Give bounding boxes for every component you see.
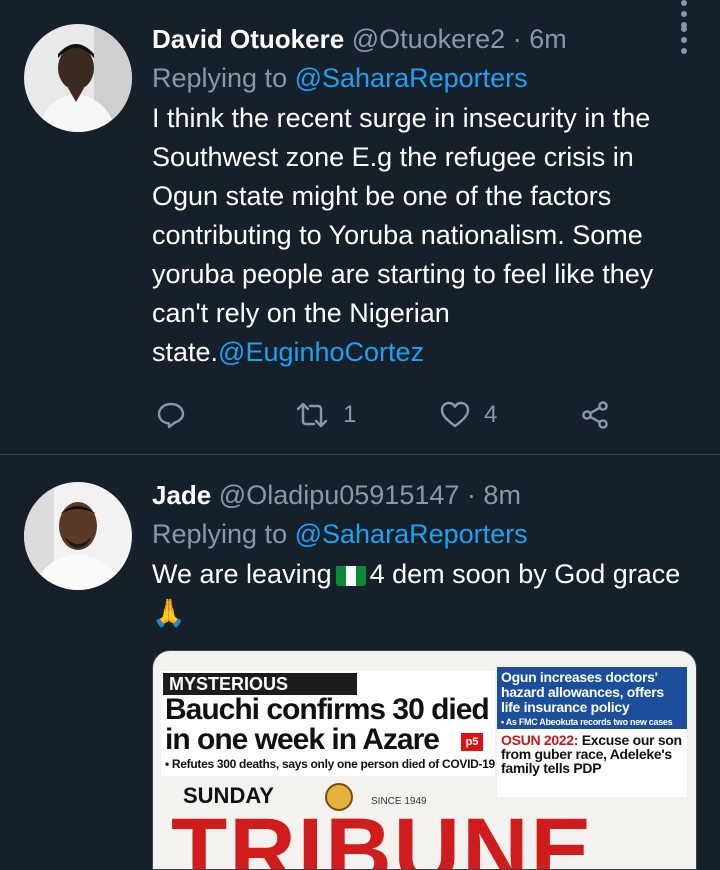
front-page-side: Ogun increases doctors' hazard allowance… — [497, 667, 687, 797]
replying-to: Replying to @SaharaReporters — [152, 60, 692, 96]
author-name[interactable]: David Otuokere — [152, 24, 344, 54]
tweet-header: David Otuokere @Otuokere2 · 6m — [152, 22, 692, 56]
reply-mention-link[interactable]: @SaharaReporters — [295, 519, 528, 549]
timestamp[interactable]: 6m — [529, 24, 567, 54]
tweet-media-image[interactable]: MYSTERIOUS DEATHS: Bauchi confirms 30 di… — [152, 650, 697, 870]
author-name[interactable]: Jade — [152, 480, 211, 510]
masthead-title: TRIBUNE — [171, 800, 594, 870]
mention-link[interactable]: @EuginhoCortez — [218, 337, 424, 367]
avatar[interactable] — [24, 24, 132, 132]
page-tag: p5 — [461, 733, 483, 751]
tweet-actions: 1 4 — [152, 395, 632, 435]
nigeria-flag-icon — [335, 562, 366, 586]
separator: · — [466, 480, 476, 510]
reply-mention-link[interactable]: @SaharaReporters — [295, 63, 528, 93]
osun-story: OSUN 2022: Excuse our son from guber rac… — [497, 733, 687, 775]
separator: · — [512, 24, 522, 54]
side-story: Ogun increases doctors' hazard allowance… — [497, 667, 687, 729]
like-button[interactable]: 4 — [440, 395, 497, 435]
avatar[interactable] — [24, 482, 132, 590]
like-count: 4 — [484, 401, 498, 428]
retweet-button[interactable]: 1 — [295, 395, 356, 435]
retweet-count: 1 — [343, 401, 357, 428]
share-button[interactable] — [580, 395, 610, 435]
reply-icon — [157, 402, 185, 429]
lead-subhead: • Refutes 300 deaths, says only one pers… — [165, 757, 495, 771]
praying-hands-icon: 🙏 — [152, 598, 186, 628]
tweet[interactable]: David Otuokere @Otuokere2 · 6m Replying … — [0, 0, 720, 455]
tweet-text: We are leaving 4 dem soon by God grace 🙏 — [152, 555, 692, 633]
tweet-text-after: 4 dem soon by God grace — [369, 559, 681, 589]
front-page-lead: MYSTERIOUS DEATHS: Bauchi confirms 30 di… — [161, 671, 495, 776]
share-icon — [582, 401, 608, 429]
replying-prefix: Replying to — [152, 519, 288, 549]
retweet-icon — [296, 402, 328, 428]
tweet-text: I think the recent surge in insecurity i… — [152, 99, 692, 372]
timestamp[interactable]: 8m — [483, 480, 521, 510]
lead-headline-2: in one week in Azare — [165, 723, 440, 756]
side-subhead: • As FMC Abeokuta records two new cases — [501, 717, 673, 727]
lead-kicker: MYSTERIOUS DEATHS: — [163, 673, 357, 716]
replying-to: Replying to @SaharaReporters — [152, 516, 692, 552]
more-options-icon[interactable] — [680, 0, 688, 33]
tweet-content: Jade @Oladipu05915147 · 8m Replying to @… — [152, 478, 692, 633]
author-handle[interactable]: @Oladipu05915147 — [219, 480, 460, 510]
tweet-header: Jade @Oladipu05915147 · 8m — [152, 478, 692, 512]
lead-headline-1: Bauchi confirms 30 died — [165, 693, 490, 726]
tweet-text-before: We are leaving — [152, 559, 332, 589]
side-headline: Ogun increases doctors' hazard allowance… — [501, 669, 664, 715]
replying-prefix: Replying to — [152, 63, 288, 93]
reply-button[interactable] — [156, 395, 186, 435]
tweet-text-body: I think the recent surge in insecurity i… — [152, 103, 654, 367]
author-handle[interactable]: @Otuokere2 — [352, 24, 505, 54]
tweet-content: David Otuokere @Otuokere2 · 6m Replying … — [152, 22, 692, 372]
heart-icon — [440, 401, 470, 428]
